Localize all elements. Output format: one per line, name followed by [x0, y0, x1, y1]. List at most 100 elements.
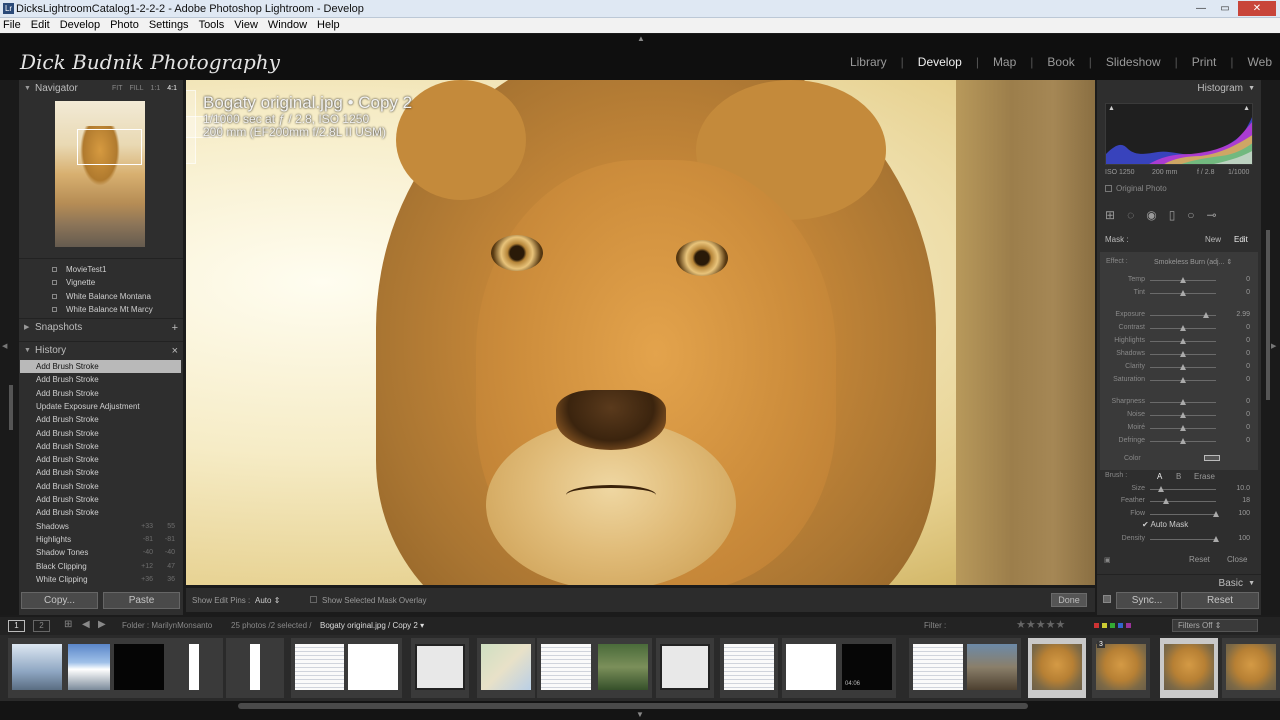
paste-button[interactable]: Paste — [103, 592, 180, 609]
brush-menu-icon[interactable]: ▣ — [1104, 556, 1111, 564]
brush-size-slider[interactable]: Size 10.0 — [1100, 483, 1258, 495]
filmstrip-thumbnail[interactable] — [782, 638, 840, 698]
slider-defringe[interactable]: Defringe 0 — [1100, 435, 1258, 447]
preset-item[interactable]: MovieTest1 — [19, 263, 183, 276]
slider-shadows[interactable]: Shadows 0 — [1100, 348, 1258, 360]
history-item[interactable]: Add Brush Stroke — [20, 440, 181, 453]
copy-button[interactable]: Copy... — [21, 592, 98, 609]
zoom-fit[interactable]: FIT — [112, 80, 123, 98]
green-label-filter[interactable] — [1110, 623, 1115, 628]
history-item[interactable]: Add Brush Stroke — [20, 373, 181, 386]
navigator-header[interactable]: ▼ Navigator FIT FILL 1:1 4:1 — [19, 80, 183, 98]
close-icon[interactable]: ✕ — [1238, 1, 1276, 16]
back-arrow-icon[interactable]: ◀ — [82, 619, 90, 630]
filmstrip-thumbnail[interactable] — [411, 638, 469, 698]
history-item[interactable]: White Clipping +36 36 — [20, 573, 181, 585]
blue-label-filter[interactable] — [1118, 623, 1123, 628]
zoom-4-1[interactable]: 4:1 — [167, 80, 177, 98]
slider-clarity[interactable]: Clarity 0 — [1100, 361, 1258, 373]
filmstrip-thumbnail[interactable] — [909, 638, 967, 698]
highlight-clip-icon[interactable]: ▲ — [1243, 105, 1250, 112]
filmstrip-scrollbar[interactable] — [238, 703, 1028, 709]
history-item[interactable]: Shadow Tones -40 -40 — [20, 546, 181, 559]
spot-removal-icon[interactable]: ◌ — [1127, 208, 1134, 222]
filmstrip-thumbnail[interactable] — [537, 638, 595, 698]
brush-b-tab[interactable]: B — [1176, 472, 1181, 481]
left-scrollbar[interactable] — [9, 385, 13, 430]
history-item[interactable]: Add Brush Stroke — [20, 360, 181, 373]
red-label-filter[interactable] — [1094, 623, 1099, 628]
original-photo-checkbox[interactable]: Original Photo — [1105, 184, 1167, 193]
history-item[interactable]: Shadows +33 55 — [20, 520, 181, 533]
maximize-icon[interactable]: ▭ — [1214, 1, 1236, 16]
menu-file[interactable]: File — [3, 18, 21, 33]
add-snapshot-icon[interactable]: + — [172, 319, 178, 337]
filmstrip-thumbnail[interactable]: 3 — [1092, 638, 1150, 698]
module-web[interactable]: Web — [1248, 55, 1272, 69]
filmstrip-thumbnail[interactable] — [8, 638, 66, 698]
zoom-fill[interactable]: FILL — [130, 80, 144, 98]
slider-saturation[interactable]: Saturation 0 — [1100, 374, 1258, 386]
menu-tools[interactable]: Tools — [199, 18, 225, 33]
filmstrip-thumbnail[interactable] — [226, 638, 284, 698]
slider-moir-[interactable]: Moiré 0 — [1100, 422, 1258, 434]
preset-item[interactable]: White Balance Mt Marcy — [19, 303, 183, 316]
filmstrip-thumbnail[interactable] — [1028, 638, 1086, 698]
brush-flow-slider[interactable]: Flow 100 — [1100, 508, 1258, 520]
filmstrip-thumbnail[interactable] — [594, 638, 652, 698]
auto-mask-checkbox[interactable]: ✔ Auto Mask — [1142, 520, 1188, 529]
filmstrip-thumbnail[interactable]: 04:06 — [838, 638, 896, 698]
module-book[interactable]: Book — [1047, 55, 1074, 69]
left-panel-toggle-icon[interactable]: ◀ — [2, 342, 7, 350]
basic-header[interactable]: Basic ▼ — [1097, 574, 1261, 592]
preset-item[interactable]: Vignette — [19, 276, 183, 289]
color-swatch[interactable] — [1204, 455, 1220, 461]
slider-sharpness[interactable]: Sharpness 0 — [1100, 396, 1258, 408]
page-2-button[interactable]: 2 — [33, 620, 50, 632]
minimize-icon[interactable]: — — [1190, 1, 1212, 16]
filmstrip-thumbnail[interactable] — [1222, 638, 1280, 698]
history-item[interactable]: Add Brush Stroke — [20, 427, 181, 440]
filmstrip-thumbnail[interactable] — [1160, 638, 1218, 698]
filmstrip-thumbnail[interactable] — [656, 638, 714, 698]
brush-density-slider[interactable]: Density 100 — [1100, 533, 1258, 545]
brush-feather-slider[interactable]: Feather 18 — [1100, 495, 1258, 507]
menu-help[interactable]: Help — [317, 18, 340, 33]
module-library[interactable]: Library — [850, 55, 887, 69]
brush-erase-tab[interactable]: Erase — [1194, 472, 1215, 481]
menu-view[interactable]: View — [234, 18, 258, 33]
adjustment-brush-icon[interactable]: ⊸ — [1207, 208, 1217, 222]
mask-overlay-checkbox[interactable] — [310, 596, 317, 603]
sync-button[interactable]: Sync... — [1116, 592, 1178, 609]
module-map[interactable]: Map — [993, 55, 1016, 69]
graduated-filter-icon[interactable]: ▯ — [1169, 208, 1176, 222]
brush-close-button[interactable]: Close — [1227, 555, 1247, 564]
slider-exposure[interactable]: Exposure 2.99 — [1100, 309, 1258, 321]
histogram-graph[interactable]: ▲ ▲ — [1105, 103, 1253, 165]
history-item[interactable]: Add Brush Stroke — [20, 506, 181, 519]
main-photo-view[interactable]: Bogaty original.jpg • Copy 2 1/1000 sec … — [186, 80, 1095, 585]
done-button[interactable]: Done — [1051, 593, 1087, 607]
yellow-label-filter[interactable] — [1102, 623, 1107, 628]
filmstrip-thumbnail[interactable] — [963, 638, 1021, 698]
filmstrip-thumbnail[interactable] — [291, 638, 349, 698]
forward-arrow-icon[interactable]: ▶ — [98, 619, 106, 630]
histogram-header[interactable]: Histogram ▼ — [1097, 80, 1261, 98]
navigator-zoom-frame[interactable] — [77, 129, 142, 165]
slider-contrast[interactable]: Contrast 0 — [1100, 322, 1258, 334]
filmstrip-thumbnail[interactable] — [477, 638, 535, 698]
effect-select[interactable]: Smokeless Burn (adj... ⇕ — [1154, 258, 1232, 266]
history-item[interactable]: Add Brush Stroke — [20, 466, 181, 479]
show-edit-pins-select[interactable]: Auto ⇕ — [255, 596, 280, 605]
zoom-1-1[interactable]: 1:1 — [151, 80, 161, 98]
mask-new-button[interactable]: New — [1205, 235, 1221, 244]
brush-reset-button[interactable]: Reset — [1189, 555, 1210, 564]
module-print[interactable]: Print — [1192, 55, 1217, 69]
filmstrip-thumbnail[interactable] — [110, 638, 168, 698]
snapshots-header[interactable]: ▶ Snapshots + — [19, 318, 183, 336]
folder-label[interactable]: Folder : MarilynMonsanto — [122, 621, 212, 630]
top-panel-toggle-icon[interactable]: ▲ — [637, 34, 645, 43]
sync-toggle-icon[interactable] — [1103, 595, 1111, 603]
shadow-clip-icon[interactable]: ▲ — [1108, 105, 1115, 112]
history-item[interactable]: Black Clipping +12 47 — [20, 560, 181, 573]
